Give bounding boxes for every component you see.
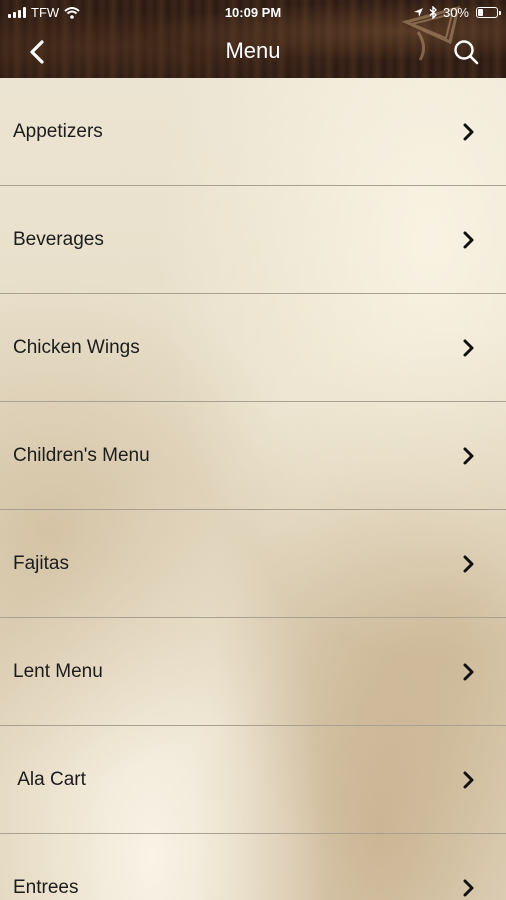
search-button[interactable]: [450, 36, 482, 68]
menu-item-appetizers[interactable]: Appetizers: [0, 78, 506, 186]
menu-item-entrees[interactable]: Entrees: [0, 834, 506, 900]
chevron-right-icon: [463, 123, 474, 141]
bluetooth-icon: [429, 6, 437, 19]
chevron-right-icon: [463, 879, 474, 897]
chevron-right-icon: [463, 555, 474, 573]
battery-fill: [478, 9, 483, 16]
chevron-right-icon: [463, 447, 474, 465]
navigation-bar: Menu: [0, 26, 506, 78]
page-title: Menu: [225, 38, 281, 63]
battery-percent: 30%: [442, 5, 469, 20]
chevron-right-icon: [463, 339, 474, 357]
menu-category-list: Appetizers Beverages Chicken Wings Child…: [0, 78, 506, 900]
battery-icon: [476, 7, 501, 18]
app-screen: TFW 10:09 PM 30% Menu Appetizers Beverag…: [0, 0, 506, 900]
menu-item-label: Beverages: [13, 229, 104, 250]
chevron-right-icon: [463, 663, 474, 681]
status-bar: TFW 10:09 PM 30%: [0, 0, 506, 26]
menu-item-label: Lent Menu: [13, 661, 103, 682]
location-arrow-icon: [413, 8, 423, 17]
menu-item-childrens-menu[interactable]: Children's Menu: [0, 402, 506, 510]
menu-item-chicken-wings[interactable]: Chicken Wings: [0, 294, 506, 402]
menu-item-label: Ala Cart: [13, 769, 86, 790]
chevron-right-icon: [463, 771, 474, 789]
header: TFW 10:09 PM 30% Menu: [0, 0, 506, 78]
menu-item-label: Chicken Wings: [13, 337, 140, 358]
menu-item-lent-menu[interactable]: Lent Menu: [0, 618, 506, 726]
chevron-right-icon: [463, 231, 474, 249]
menu-item-label: Fajitas: [13, 553, 69, 574]
menu-item-label: Appetizers: [13, 121, 103, 142]
menu-item-label: Children's Menu: [13, 445, 150, 466]
menu-item-label: Entrees: [13, 877, 79, 898]
menu-item-fajitas[interactable]: Fajitas: [0, 510, 506, 618]
menu-item-beverages[interactable]: Beverages: [0, 186, 506, 294]
menu-item-ala-cart[interactable]: Ala Cart: [0, 726, 506, 834]
